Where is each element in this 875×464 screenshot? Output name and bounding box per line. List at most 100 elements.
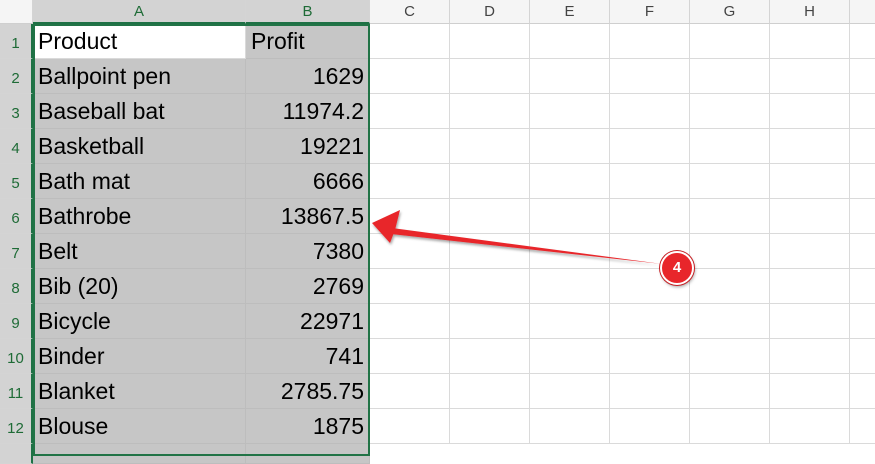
cell-a11[interactable]: Blanket — [33, 374, 246, 409]
cell-b9[interactable]: 22971 — [246, 304, 370, 339]
row-header-12[interactable]: 12 — [0, 409, 33, 444]
cell-a3[interactable]: Baseball bat — [33, 94, 246, 129]
empty-cell[interactable] — [530, 199, 610, 234]
empty-cell[interactable] — [850, 199, 875, 234]
empty-cell[interactable] — [370, 269, 450, 304]
cell-b6[interactable]: 13867.5 — [246, 199, 370, 234]
column-header-h[interactable]: H — [770, 0, 850, 24]
empty-cell[interactable] — [370, 234, 450, 269]
column-header-c[interactable]: C — [370, 0, 450, 24]
empty-cell[interactable] — [450, 234, 530, 269]
row-header-8[interactable]: 8 — [0, 269, 33, 304]
cell-a4[interactable]: Basketball — [33, 129, 246, 164]
empty-cell[interactable] — [770, 94, 850, 129]
empty-cell[interactable] — [530, 304, 610, 339]
empty-cell[interactable] — [370, 59, 450, 94]
empty-cell[interactable] — [370, 164, 450, 199]
empty-cell[interactable] — [370, 24, 450, 59]
row-header-1[interactable]: 1 — [0, 24, 33, 59]
empty-cell[interactable] — [690, 234, 770, 269]
empty-cell[interactable] — [690, 199, 770, 234]
empty-cell[interactable] — [370, 129, 450, 164]
empty-cell[interactable] — [610, 374, 690, 409]
empty-cell[interactable] — [450, 164, 530, 199]
empty-cell[interactable] — [450, 269, 530, 304]
empty-cell[interactable] — [770, 269, 850, 304]
cell-b1[interactable]: Profit — [246, 24, 370, 59]
empty-cell[interactable] — [370, 339, 450, 374]
cell-a10[interactable]: Binder — [33, 339, 246, 374]
empty-cell[interactable] — [770, 304, 850, 339]
row-header-3[interactable]: 3 — [0, 94, 33, 129]
empty-cell[interactable] — [610, 164, 690, 199]
empty-cell[interactable] — [610, 94, 690, 129]
empty-cell[interactable] — [690, 164, 770, 199]
empty-cell[interactable] — [850, 269, 875, 304]
empty-cell[interactable] — [370, 94, 450, 129]
empty-cell[interactable] — [530, 409, 610, 444]
cell-b2[interactable]: 1629 — [246, 59, 370, 94]
empty-cell[interactable] — [770, 409, 850, 444]
empty-cell[interactable] — [450, 409, 530, 444]
row-header-6[interactable]: 6 — [0, 199, 33, 234]
empty-cell[interactable] — [690, 304, 770, 339]
empty-cell[interactable] — [530, 374, 610, 409]
empty-cell[interactable] — [370, 199, 450, 234]
empty-cell[interactable] — [610, 129, 690, 164]
empty-cell[interactable] — [530, 234, 610, 269]
empty-cell[interactable] — [850, 339, 875, 374]
row-header-9[interactable]: 9 — [0, 304, 33, 339]
empty-cell[interactable] — [690, 409, 770, 444]
empty-cell[interactable] — [770, 339, 850, 374]
cell-a2[interactable]: Ballpoint pen — [33, 59, 246, 94]
empty-cell[interactable] — [450, 129, 530, 164]
cell-b3[interactable]: 11974.2 — [246, 94, 370, 129]
empty-cell[interactable] — [850, 59, 875, 94]
row-header-partial[interactable] — [0, 444, 33, 464]
cell-a1[interactable]: Product — [33, 24, 246, 59]
empty-cell[interactable] — [690, 374, 770, 409]
empty-cell[interactable] — [530, 269, 610, 304]
cell-b12[interactable]: 1875 — [246, 409, 370, 444]
empty-cell[interactable] — [450, 94, 530, 129]
cell-a5[interactable]: Bath mat — [33, 164, 246, 199]
column-header-a[interactable]: A — [33, 0, 246, 24]
cell-a7[interactable]: Belt — [33, 234, 246, 269]
empty-cell[interactable] — [770, 234, 850, 269]
cell-b11[interactable]: 2785.75 — [246, 374, 370, 409]
column-header-f[interactable]: F — [610, 0, 690, 24]
empty-cell[interactable] — [770, 374, 850, 409]
empty-cell[interactable] — [770, 59, 850, 94]
cell-b4[interactable]: 19221 — [246, 129, 370, 164]
empty-cell[interactable] — [610, 409, 690, 444]
empty-cell[interactable] — [690, 269, 770, 304]
empty-cell[interactable] — [770, 164, 850, 199]
empty-cell[interactable] — [530, 59, 610, 94]
empty-cell[interactable] — [450, 59, 530, 94]
empty-cell[interactable] — [450, 199, 530, 234]
cell-a12[interactable]: Blouse — [33, 409, 246, 444]
column-header-g[interactable]: G — [690, 0, 770, 24]
cell-b8[interactable]: 2769 — [246, 269, 370, 304]
empty-cell[interactable] — [530, 24, 610, 59]
empty-cell[interactable] — [370, 409, 450, 444]
empty-cell[interactable] — [690, 59, 770, 94]
cell-b10[interactable]: 741 — [246, 339, 370, 374]
row-header-2[interactable]: 2 — [0, 59, 33, 94]
empty-cell[interactable] — [850, 409, 875, 444]
empty-cell[interactable] — [370, 304, 450, 339]
empty-cell[interactable] — [850, 24, 875, 59]
row-header-10[interactable]: 10 — [0, 339, 33, 374]
empty-cell[interactable] — [530, 164, 610, 199]
row-header-7[interactable]: 7 — [0, 234, 33, 269]
empty-cell[interactable] — [850, 129, 875, 164]
row-header-11[interactable]: 11 — [0, 374, 33, 409]
cell-a8[interactable]: Bib (20) — [33, 269, 246, 304]
column-header-e[interactable]: E — [530, 0, 610, 24]
empty-cell[interactable] — [450, 304, 530, 339]
empty-cell[interactable] — [530, 94, 610, 129]
empty-cell[interactable] — [610, 59, 690, 94]
empty-cell[interactable] — [770, 129, 850, 164]
column-header-b[interactable]: B — [246, 0, 370, 24]
empty-cell[interactable] — [610, 304, 690, 339]
